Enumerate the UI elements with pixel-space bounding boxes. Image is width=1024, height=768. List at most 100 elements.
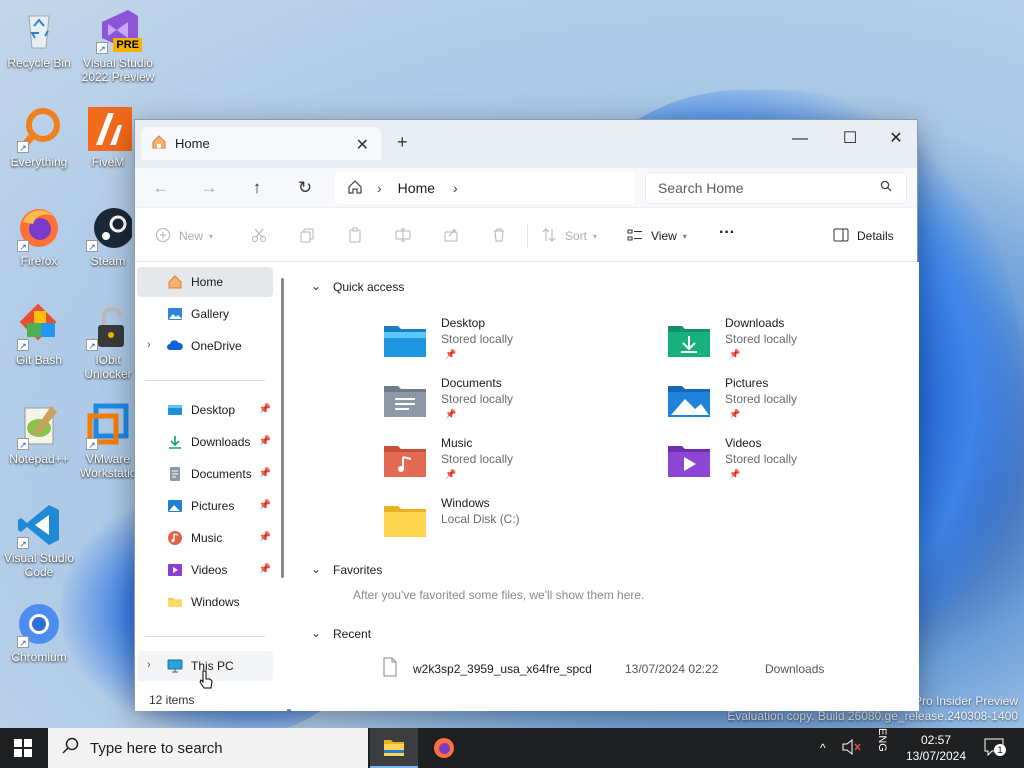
title-bar: Home ✕ + — ☐ ✕ <box>135 120 917 168</box>
section-quick-access[interactable]: ⌄ Quick access <box>311 279 404 294</box>
section-favorites[interactable]: ⌄ Favorites <box>311 562 382 577</box>
quick-access-item-documents[interactable]: Documents Stored locally 📌 <box>383 376 623 428</box>
close-window-button[interactable]: ✕ <box>873 126 919 154</box>
fivem-icon <box>84 105 132 153</box>
sidebar-item-videos[interactable]: Videos 📌 <box>137 555 273 585</box>
breadcrumb-home[interactable]: Home <box>398 180 435 196</box>
chevron-down-icon: ▾ <box>209 231 214 241</box>
watermark-build: Evaluation copy. Build 26080.ge_release.… <box>727 709 1018 723</box>
sidebar-scrollbar[interactable] <box>281 278 284 578</box>
desktop-icon-firefox[interactable]: ↗ Firefox <box>1 204 77 268</box>
pictures-icon <box>167 498 183 514</box>
videos-icon <box>167 562 183 578</box>
visual-studio-icon: PRE ↗ <box>94 6 142 54</box>
copy-button[interactable] <box>299 227 315 245</box>
desktop-icon-label: Firefox <box>20 254 58 268</box>
details-pane-button[interactable]: Details <box>833 227 894 245</box>
sidebar-item-windows[interactable]: Windows <box>137 587 273 617</box>
taskbar-firefox[interactable] <box>420 728 468 768</box>
pin-icon: 📌 <box>729 469 741 479</box>
quick-access-item-downloads[interactable]: Downloads Stored locally 📌 <box>667 316 907 368</box>
new-tab-button[interactable]: + <box>397 132 408 153</box>
tab-home[interactable]: Home ✕ <box>141 127 381 160</box>
recent-file-row[interactable]: w2k3sp2_3959_usa_x64fre_spcd 13/07/2024 … <box>383 657 903 682</box>
search-input[interactable]: Search Home <box>645 172 907 204</box>
back-arrow-icon[interactable]: ← <box>151 178 171 198</box>
desktop-icon-everything[interactable]: ↗ Everything <box>1 105 77 169</box>
folder-icon <box>167 594 183 610</box>
volume-button[interactable] <box>842 728 862 768</box>
more-options-button[interactable]: ··· <box>719 224 735 242</box>
up-arrow-icon[interactable]: ↑ <box>247 178 267 198</box>
chevron-down-icon[interactable]: ⌄ <box>311 279 321 293</box>
chevron-right-icon: › <box>377 180 382 196</box>
sidebar-item-onedrive[interactable]: › OneDrive <box>137 331 273 361</box>
sidebar-item-desktop[interactable]: Desktop 📌 <box>137 395 273 425</box>
delete-button[interactable] <box>491 227 507 245</box>
chevron-down-icon[interactable]: ⌄ <box>311 626 321 640</box>
sidebar-label: Music <box>191 531 223 545</box>
forward-arrow-icon[interactable]: → <box>199 178 219 198</box>
desktop-icon-recycle-bin[interactable]: Recycle Bin <box>1 6 77 70</box>
status-item-count: 12 items <box>149 693 195 707</box>
sidebar-item-documents[interactable]: Documents 📌 <box>137 459 273 489</box>
sidebar-item-pictures[interactable]: Pictures 📌 <box>137 491 273 521</box>
everything-icon: ↗ <box>15 105 63 153</box>
file-explorer-window: Home ✕ + — ☐ ✕ ← → ↑ ↻ › Home › Search H… <box>134 119 919 711</box>
chevron-right-icon[interactable]: › <box>147 339 151 351</box>
desktop-icon-notepad-plus[interactable]: ↗ Notepad++ <box>1 402 77 466</box>
show-hidden-icons-button[interactable]: ^ <box>820 728 826 768</box>
desktop-icon-iobit-unlocker[interactable]: ↗ IObit Unlocker <box>80 303 136 381</box>
clock[interactable]: 02:57 13/07/2024 <box>896 732 976 764</box>
section-recent[interactable]: ⌄ Recent <box>311 626 371 641</box>
close-tab-icon[interactable]: ✕ <box>356 135 369 155</box>
paste-button[interactable] <box>347 227 363 245</box>
quick-access-item-pictures[interactable]: Pictures Stored locally 📌 <box>667 376 907 428</box>
gallery-icon <box>167 306 183 322</box>
recycle-bin-icon <box>15 6 63 54</box>
navigation-pane: Home Gallery › OneDrive Desktop 📌 Downlo… <box>135 262 287 711</box>
desktop-icon-vscode[interactable]: ↗ Visual Studio Code <box>1 501 77 579</box>
quick-access-item-music[interactable]: Music Stored locally 📌 <box>383 436 623 488</box>
desktop-icon-visual-studio[interactable]: PRE ↗ Visual Studio 2022 Preview <box>80 6 156 84</box>
sidebar-item-downloads[interactable]: Downloads 📌 <box>137 427 273 457</box>
taskbar-file-explorer[interactable] <box>370 728 418 768</box>
rename-icon <box>395 227 411 246</box>
computer-icon <box>167 658 183 674</box>
desktop-icon-vmware[interactable]: ↗ VMware Workstation <box>80 402 136 480</box>
quick-access-item-videos[interactable]: Videos Stored locally 📌 <box>667 436 907 488</box>
shortcut-arrow-icon: ↗ <box>86 240 98 252</box>
clock-time: 02:57 <box>920 733 952 747</box>
cut-button[interactable] <box>251 227 267 245</box>
view-button[interactable]: View ▾ <box>627 227 687 245</box>
sidebar-item-gallery[interactable]: Gallery <box>137 299 273 329</box>
notification-center-button[interactable]: 1 <box>984 738 1006 759</box>
input-language-indicator[interactable]: ENG <box>876 728 888 768</box>
shortcut-arrow-icon: ↗ <box>17 141 29 153</box>
command-bar: New ▾ Sort ▾ View ▾ ··· Details <box>135 208 917 262</box>
sidebar-label: Pictures <box>191 499 235 513</box>
sidebar-label: Windows <box>191 595 240 609</box>
rename-button[interactable] <box>395 227 411 245</box>
quick-access-item-windows[interactable]: Windows Local Disk (C:) <box>383 496 623 548</box>
refresh-icon[interactable]: ↻ <box>295 178 315 198</box>
chevron-down-icon[interactable]: ⌄ <box>311 562 321 576</box>
maximize-button[interactable]: ☐ <box>827 126 873 154</box>
quick-access-item-desktop[interactable]: Desktop Stored locally 📌 <box>383 316 623 368</box>
taskbar-search-input[interactable]: Type here to search <box>48 728 368 768</box>
sort-button[interactable]: Sort ▾ <box>541 227 597 245</box>
sidebar-item-music[interactable]: Music 📌 <box>137 523 273 553</box>
desktop-icon-steam[interactable]: ↗ Steam <box>80 204 136 268</box>
start-button[interactable] <box>14 739 32 760</box>
minimize-button[interactable]: — <box>777 126 823 154</box>
desktop-icon-chromium[interactable]: ↗ Chromium <box>1 600 77 664</box>
address-bar[interactable]: › Home › <box>335 172 635 204</box>
share-button[interactable] <box>443 227 459 245</box>
chevron-right-icon[interactable]: › <box>453 180 458 196</box>
desktop-icon-git-bash[interactable]: ↗ Git Bash <box>1 303 77 367</box>
sidebar-item-home[interactable]: Home <box>137 267 273 297</box>
chevron-right-icon[interactable]: › <box>147 659 151 671</box>
new-button[interactable]: New ▾ <box>155 227 213 245</box>
desktop-icon-fivem[interactable]: FiveM <box>80 105 136 169</box>
sidebar-label: Downloads <box>191 435 251 449</box>
